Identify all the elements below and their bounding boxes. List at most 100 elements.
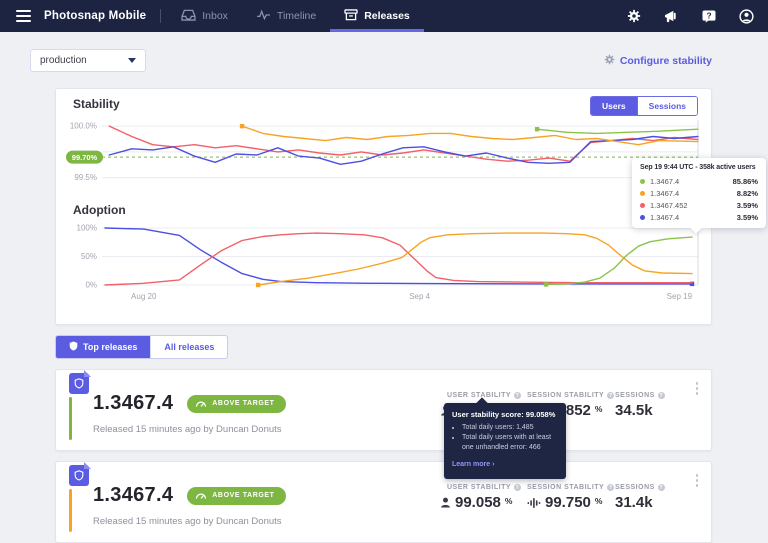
inbox-icon [181, 9, 196, 24]
release-card-2[interactable]: 1.3467.4 ABOVE TARGET Released 15 minute… [55, 461, 712, 543]
toggle-sessions-button[interactable]: Sessions [636, 97, 697, 115]
series-value: 85.86% [732, 176, 758, 186]
svg-text:50%: 50% [81, 252, 97, 261]
environment-select[interactable]: production [30, 49, 146, 72]
settings-icon[interactable] [627, 9, 641, 23]
kebab-menu-icon[interactable] [695, 382, 698, 395]
chevron-down-icon [128, 58, 136, 63]
info-icon[interactable]: ? [657, 392, 665, 399]
release-accent-bar [69, 489, 72, 532]
stability-chart-title: Stability [73, 97, 120, 111]
svg-text:?: ? [706, 10, 711, 20]
gauge-icon [195, 395, 207, 413]
nav-item-timeline[interactable]: Timeline [242, 0, 330, 32]
tooltip-bullet: Total daily users with at least one unha… [462, 433, 558, 453]
info-icon[interactable]: ? [607, 484, 615, 491]
account-icon[interactable] [739, 8, 754, 24]
users-sessions-toggle: Users Sessions [590, 96, 698, 116]
percent-sign: % [504, 496, 513, 506]
release-bookmark-icon [69, 370, 91, 394]
nav-divider [160, 9, 162, 23]
series-value: 3.59% [736, 200, 758, 210]
tooltip-bullet: Total daily users: 1,485 [462, 423, 558, 433]
toolbar: production Configure stability [0, 49, 768, 72]
tooltip-title: Sep 19 9:44 UTC - 358k active users [640, 164, 756, 171]
nav-item-label: Releases [364, 10, 410, 22]
configure-stability-link[interactable]: Configure stability [604, 52, 712, 70]
svg-text:0%: 0% [85, 281, 97, 290]
badge-label: ABOVE TARGET [212, 400, 275, 407]
stat-label: SESSION STABILITY [527, 392, 605, 399]
tooltip-row: 1.3467.4 8.82% [640, 187, 758, 199]
environment-selected-value: production [40, 55, 87, 66]
percent-sign: % [594, 404, 603, 414]
release-version[interactable]: 1.3467.4 [93, 392, 173, 415]
session-stability-value: 99.750 [545, 494, 591, 511]
series-value: 8.82% [736, 188, 758, 198]
user-stability-tooltip: User stability score: 99.058% Total dail… [444, 403, 566, 480]
gauge-icon [195, 487, 207, 505]
series-value: 3.59% [736, 212, 758, 222]
badge-label: ABOVE TARGET [212, 492, 275, 499]
top-nav: Photosnap Mobile Inbox Timeline Releases… [0, 0, 768, 32]
release-card-1[interactable]: 1.3467.4 ABOVE TARGET Released 15 minute… [55, 369, 712, 451]
release-bookmark-icon [69, 462, 91, 486]
learn-more-link[interactable]: Learn more › [452, 461, 494, 468]
stability-line-chart[interactable]: 100.0% 99.5% 99.70% [66, 117, 706, 193]
help-icon[interactable]: ? [702, 10, 716, 23]
info-icon[interactable]: ? [514, 392, 522, 399]
above-target-badge: ABOVE TARGET [187, 486, 286, 505]
kebab-menu-icon[interactable] [695, 474, 698, 487]
tab-label: Top releases [83, 342, 138, 352]
info-icon[interactable]: ? [514, 484, 522, 491]
release-accent-bar [69, 397, 72, 440]
series-dot [640, 202, 645, 208]
svg-text:99.70%: 99.70% [72, 153, 98, 162]
series-name: 1.3467.4 [650, 188, 680, 198]
svg-text:99.5%: 99.5% [74, 173, 97, 182]
percent-sign: % [594, 496, 603, 506]
sessions-value: 31.4k [615, 494, 653, 511]
tab-top-releases[interactable]: Top releases [56, 336, 151, 358]
session-waveform-icon [527, 495, 541, 514]
tab-label: All releases [164, 342, 215, 352]
gear-icon [604, 52, 615, 70]
sessions-stat: SESSIONS? 34.5k [615, 392, 665, 418]
stat-label: SESSIONS [615, 392, 655, 399]
session-stability-stat: SESSION STABILITY? 99.750 % [527, 484, 615, 514]
tooltip-row: 1.3467.452 3.59% [640, 199, 758, 211]
stat-label: USER STABILITY [447, 484, 512, 491]
release-tabs: Top releases All releases [55, 335, 229, 359]
adoption-line-chart[interactable]: 100% 50% 0% Aug 20 Sep 4 Sep 19 [66, 223, 706, 303]
announcements-icon[interactable] [664, 10, 679, 23]
series-name: 1.3467.452 [650, 200, 688, 210]
user-stability-stat: USER STABILITY? 99.058 % [440, 484, 522, 513]
toggle-users-button[interactable]: Users [591, 97, 637, 115]
release-meta: Released 15 minutes ago by Duncan Donuts [93, 424, 282, 435]
series-name: 1.3467.4 [650, 176, 680, 186]
series-dot [640, 178, 645, 184]
nav-item-inbox[interactable]: Inbox [167, 0, 242, 32]
svg-text:100%: 100% [77, 224, 97, 233]
nav-item-label: Inbox [202, 10, 228, 22]
tooltip-row: 1.3467.4 3.59% [640, 211, 758, 223]
svg-text:Sep 4: Sep 4 [409, 292, 430, 301]
svg-text:Sep 19: Sep 19 [667, 292, 693, 301]
tooltip-title: User stability score: 99.058% [452, 410, 556, 419]
menu-icon[interactable] [16, 10, 31, 22]
user-icon [440, 495, 451, 513]
series-dot [640, 190, 645, 196]
tooltip-row: 1.3467.4 85.86% [640, 175, 758, 187]
above-target-badge: ABOVE TARGET [187, 394, 286, 413]
info-icon[interactable]: ? [607, 392, 615, 399]
info-icon[interactable]: ? [657, 484, 665, 491]
stat-label: SESSIONS [615, 484, 655, 491]
configure-stability-label: Configure stability [619, 54, 712, 67]
tab-all-releases[interactable]: All releases [150, 336, 227, 358]
chart-hover-tooltip: Sep 19 9:44 UTC - 358k active users 1.34… [632, 158, 766, 228]
nav-item-releases[interactable]: Releases [330, 0, 424, 32]
sessions-stat: SESSIONS? 31.4k [615, 484, 665, 510]
nav-item-label: Timeline [276, 10, 317, 22]
shield-icon [69, 341, 78, 353]
release-version[interactable]: 1.3467.4 [93, 484, 173, 507]
